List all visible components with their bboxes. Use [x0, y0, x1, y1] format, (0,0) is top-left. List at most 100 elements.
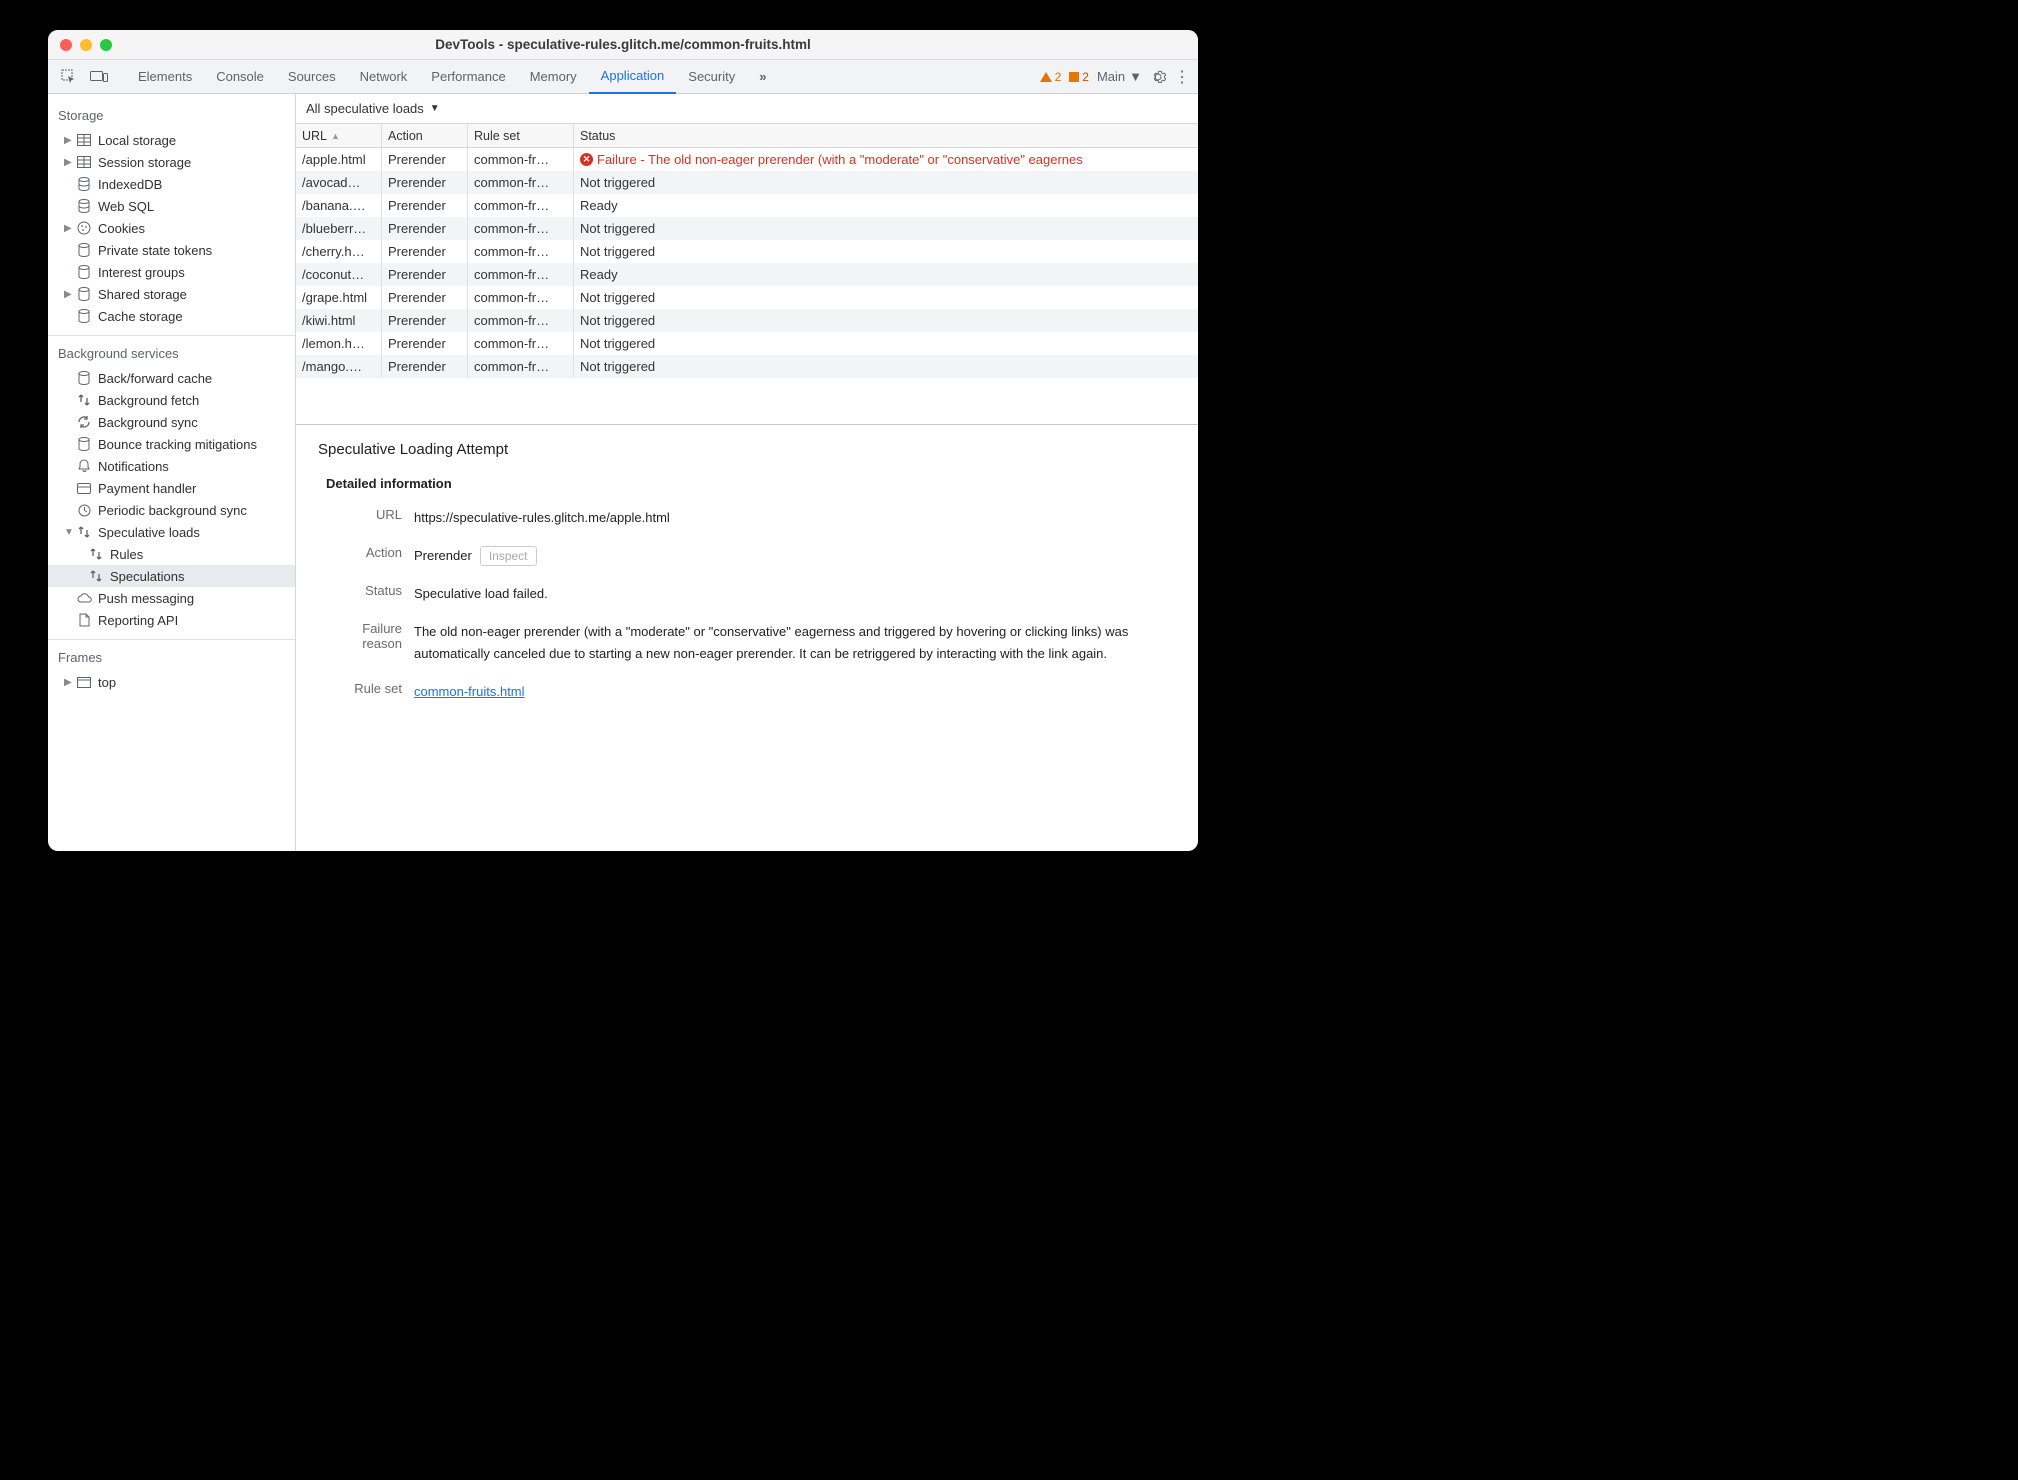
minimize-window-button[interactable] — [80, 39, 92, 51]
table-row[interactable]: /kiwi.htmlPrerendercommon-fr…Not trigger… — [296, 309, 1198, 332]
sidebar-item-interest-groups[interactable]: Interest groups — [48, 261, 295, 283]
settings-icon[interactable] — [1150, 69, 1166, 85]
cell-action: Prerender — [382, 309, 468, 332]
tab-memory[interactable]: Memory — [518, 60, 589, 94]
cell-action: Prerender — [382, 240, 468, 263]
sort-asc-icon: ▲ — [331, 131, 340, 141]
sidebar-item-notifications[interactable]: Notifications — [48, 455, 295, 477]
zoom-window-button[interactable] — [100, 39, 112, 51]
value-url: https://speculative-rules.glitch.me/appl… — [414, 507, 1176, 529]
sidebar-item-speculative[interactable]: ▼Speculative loads — [48, 521, 295, 543]
detail-title: Speculative Loading Attempt — [318, 441, 1176, 458]
window-titlebar: DevTools - speculative-rules.glitch.me/c… — [48, 30, 1198, 60]
tab-sources[interactable]: Sources — [276, 60, 348, 94]
file-icon — [76, 612, 92, 628]
database-icon — [76, 198, 92, 214]
frame-icon — [76, 674, 92, 690]
sidebar-item-websql[interactable]: Web SQL — [48, 195, 295, 217]
target-selector[interactable]: Main▼ — [1097, 69, 1142, 84]
sidebar-item-local-storage[interactable]: ▶Local storage — [48, 129, 295, 151]
sidebar-item-speculations[interactable]: Speculations — [48, 565, 295, 587]
cell-ruleset: common-fr… — [468, 171, 574, 194]
tab-performance[interactable]: Performance — [419, 60, 517, 94]
cell-url: /avocad… — [296, 171, 382, 194]
transfer-icon — [88, 568, 104, 584]
cell-action: Prerender — [382, 194, 468, 217]
cell-status: Not triggered — [574, 240, 1198, 263]
sidebar-item-cookies[interactable]: ▶Cookies — [48, 217, 295, 239]
sidebar-item-push[interactable]: Push messaging — [48, 587, 295, 609]
database-icon — [76, 264, 92, 280]
warnings-badge[interactable]: 2 — [1040, 70, 1062, 84]
sidebar-item-cache-storage[interactable]: Cache storage — [48, 305, 295, 327]
sidebar-item-private-tokens[interactable]: Private state tokens — [48, 239, 295, 261]
cell-ruleset: common-fr… — [468, 194, 574, 217]
col-header-url[interactable]: URL▲ — [296, 124, 382, 147]
close-window-button[interactable] — [60, 39, 72, 51]
table-row[interactable]: /cherry.h…Prerendercommon-fr…Not trigger… — [296, 240, 1198, 263]
device-toggle-icon[interactable] — [86, 64, 112, 90]
inspect-button[interactable]: Inspect — [480, 546, 537, 566]
panel-tabs: Elements Console Sources Network Perform… — [126, 60, 778, 94]
sidebar-item-indexeddb[interactable]: IndexedDB — [48, 173, 295, 195]
table-row[interactable]: /banana.…Prerendercommon-fr…Ready — [296, 194, 1198, 217]
table-row[interactable]: /avocad…Prerendercommon-fr…Not triggered — [296, 171, 1198, 194]
sidebar-item-reporting[interactable]: Reporting API — [48, 609, 295, 631]
cell-ruleset: common-fr… — [468, 217, 574, 240]
label-action: Action — [326, 545, 414, 567]
cell-status: Not triggered — [574, 355, 1198, 378]
inspect-element-icon[interactable] — [56, 64, 82, 90]
sidebar-item-shared-storage[interactable]: ▶Shared storage — [48, 283, 295, 305]
sidebar-item-bg-sync[interactable]: Background sync — [48, 411, 295, 433]
sidebar-item-rules[interactable]: Rules — [48, 543, 295, 565]
table-header: URL▲ Action Rule set Status — [296, 124, 1198, 148]
frames-heading: Frames — [48, 644, 295, 671]
sidebar-item-bounce[interactable]: Bounce tracking mitigations — [48, 433, 295, 455]
tab-application[interactable]: Application — [589, 60, 677, 94]
sidebar-item-periodic-sync[interactable]: Periodic background sync — [48, 499, 295, 521]
sidebar-item-bg-fetch[interactable]: Background fetch — [48, 389, 295, 411]
col-header-ruleset[interactable]: Rule set — [468, 124, 574, 147]
ruleset-link[interactable]: common-fruits.html — [414, 684, 525, 699]
cell-action: Prerender — [382, 355, 468, 378]
tab-overflow[interactable]: » — [747, 60, 778, 94]
col-header-status[interactable]: Status — [574, 124, 1198, 147]
sidebar-item-bf-cache[interactable]: Back/forward cache — [48, 367, 295, 389]
table-row[interactable]: /apple.htmlPrerendercommon-fr…✕Failure -… — [296, 148, 1198, 171]
cell-action: Prerender — [382, 171, 468, 194]
detail-pane: Speculative Loading Attempt Detailed inf… — [296, 424, 1198, 851]
label-url: URL — [326, 507, 414, 529]
tab-network[interactable]: Network — [348, 60, 420, 94]
issues-badge[interactable]: 2 — [1069, 70, 1089, 84]
more-options-icon[interactable]: ⋮ — [1174, 67, 1190, 87]
filter-selector[interactable]: All speculative loads▼ — [306, 101, 440, 116]
transfer-icon — [88, 546, 104, 562]
cell-action: Prerender — [382, 286, 468, 309]
table-row[interactable]: /mango.…Prerendercommon-fr…Not triggered — [296, 355, 1198, 378]
cell-status: Not triggered — [574, 171, 1198, 194]
tab-security[interactable]: Security — [676, 60, 747, 94]
table-row[interactable]: /lemon.h…Prerendercommon-fr…Not triggere… — [296, 332, 1198, 355]
tab-console[interactable]: Console — [204, 60, 276, 94]
transfer-icon — [76, 392, 92, 408]
database-icon — [76, 176, 92, 192]
cell-status: Not triggered — [574, 309, 1198, 332]
cell-ruleset: common-fr… — [468, 286, 574, 309]
value-action: PrerenderInspect — [414, 545, 1176, 567]
table-row[interactable]: /blueberr…Prerendercommon-fr…Not trigger… — [296, 217, 1198, 240]
table-row[interactable]: /coconut…Prerendercommon-fr…Ready — [296, 263, 1198, 286]
warning-icon — [1040, 72, 1052, 82]
cell-url: /banana.… — [296, 194, 382, 217]
sidebar-item-session-storage[interactable]: ▶Session storage — [48, 151, 295, 173]
cell-url: /apple.html — [296, 148, 382, 171]
cell-url: /cherry.h… — [296, 240, 382, 263]
label-status: Status — [326, 583, 414, 605]
table-row[interactable]: /grape.htmlPrerendercommon-fr…Not trigge… — [296, 286, 1198, 309]
sidebar-item-payment[interactable]: Payment handler — [48, 477, 295, 499]
transfer-icon — [76, 524, 92, 540]
tab-elements[interactable]: Elements — [126, 60, 204, 94]
chevron-down-icon: ▼ — [1129, 69, 1142, 84]
col-header-action[interactable]: Action — [382, 124, 468, 147]
sidebar-item-top-frame[interactable]: ▶top — [48, 671, 295, 693]
cell-status: Not triggered — [574, 332, 1198, 355]
